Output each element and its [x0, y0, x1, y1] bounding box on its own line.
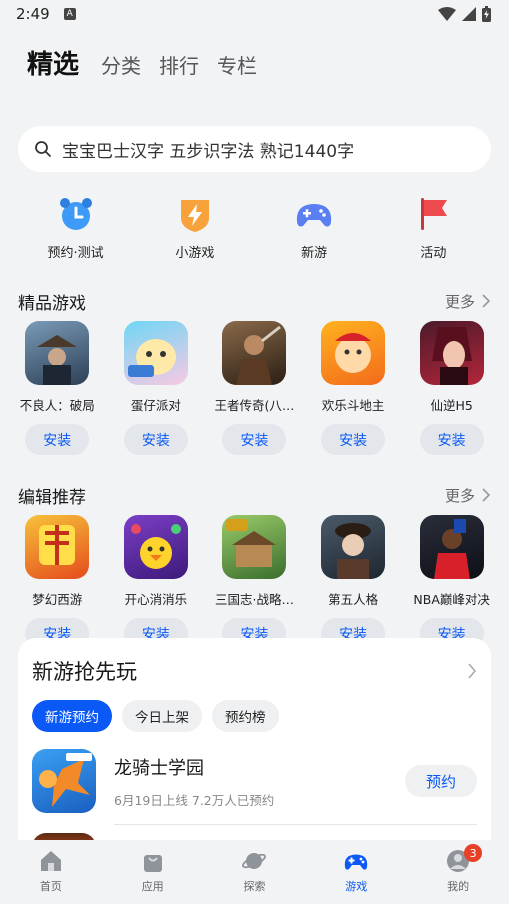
chevron-right-icon[interactable]: [467, 663, 477, 679]
app-item[interactable]: 仙逆H5 安装: [402, 321, 501, 455]
app-name: 欢乐斗地主: [321, 398, 385, 413]
game-name: 龙骑士学园: [114, 757, 204, 779]
install-button[interactable]: 安装: [321, 424, 386, 455]
quick-events[interactable]: 活动: [388, 194, 478, 261]
lightning-shield-icon: [180, 200, 209, 232]
card-title: 新游抢先玩: [32, 660, 137, 684]
editor-section: 编辑推荐 更多 梦幻西游 安装 开心消消乐 安装 三国志·战略… 安装 第五人格…: [0, 483, 509, 649]
app-name: 仙逆H5: [430, 398, 473, 413]
battery-icon: [482, 6, 491, 22]
install-button[interactable]: 安装: [222, 424, 287, 455]
gamepad-icon: [297, 204, 332, 227]
app-item[interactable]: 第五人格 安装: [304, 515, 403, 649]
search-bar[interactable]: 宝宝巴士汉字 五步识字法 熟记1440字: [18, 126, 491, 172]
game-icon: [321, 321, 386, 385]
chip-reservation-rank[interactable]: 预约榜: [212, 700, 279, 732]
game-icon: [32, 749, 96, 813]
app-name: NBA巅峰对决: [413, 592, 490, 607]
quick-label: 新游: [301, 246, 328, 261]
game-icon: [419, 321, 484, 385]
app-name: 不良人：破局: [19, 398, 95, 413]
chevron-right-icon: [482, 294, 491, 308]
install-button[interactable]: 安装: [419, 424, 484, 455]
more-link[interactable]: 更多: [445, 485, 491, 506]
search-input[interactable]: 宝宝巴士汉字 五步识字法 熟记1440字: [62, 137, 354, 162]
game-icon: [321, 515, 386, 579]
app-item[interactable]: 王者传奇(八… 安装: [205, 321, 304, 455]
gamepad-icon: [345, 854, 368, 870]
app-item[interactable]: 开心消消乐 安装: [107, 515, 206, 649]
quick-label: 活动: [420, 246, 447, 261]
featured-section: 精品游戏 更多 不良人：破局 安装 蛋仔派对 安装 王者传奇(八… 安装 欢乐斗…: [0, 289, 509, 455]
quick-label: 小游戏: [175, 246, 215, 261]
game-icon: [419, 515, 484, 579]
section-title: 精品游戏: [18, 293, 86, 314]
bag-icon: [143, 855, 162, 872]
game-icon: [222, 515, 287, 579]
game-icon: [123, 515, 188, 579]
notification-icon: A: [63, 8, 76, 20]
app-item[interactable]: 不良人：破局 安装: [8, 321, 107, 455]
flag-icon: [421, 198, 448, 230]
planet-icon: [242, 853, 267, 869]
app-name: 梦幻西游: [32, 592, 83, 607]
nav-home[interactable]: 首页: [11, 848, 91, 904]
game-icon: [25, 321, 90, 385]
alarm-clock-icon: [59, 198, 92, 230]
search-icon: [35, 141, 51, 157]
game-icon: [123, 321, 188, 385]
signal-icon: [462, 7, 476, 21]
nav-games[interactable]: 游戏: [316, 848, 396, 904]
new-games-card: 新游抢先玩 新游预约 今日上架 预约榜 龙骑士学园 6月19日上线 7.2万人已…: [18, 638, 491, 868]
app-item[interactable]: NBA巅峰对决 安装: [402, 515, 501, 649]
nav-apps[interactable]: 应用: [113, 848, 193, 904]
home-icon: [40, 851, 61, 871]
app-item[interactable]: 三国志·战略… 安装: [205, 515, 304, 649]
tab-columns[interactable]: 专栏: [217, 50, 257, 79]
app-name: 王者传奇(八…: [214, 398, 295, 413]
nav-explore[interactable]: 探索: [214, 848, 294, 904]
quick-new-games[interactable]: 新游: [269, 194, 359, 261]
app-name: 蛋仔派对: [130, 398, 181, 413]
list-item[interactable]: 龙骑士学园 6月19日上线 7.2万人已预约 预约: [32, 748, 477, 814]
quick-mini-games[interactable]: 小游戏: [150, 194, 240, 261]
app-name: 开心消消乐: [124, 592, 188, 607]
reserve-button[interactable]: 预约: [405, 765, 477, 797]
install-button[interactable]: 安装: [25, 424, 90, 455]
tab-categories[interactable]: 分类: [101, 50, 141, 79]
app-item[interactable]: 欢乐斗地主 安装: [304, 321, 403, 455]
app-item[interactable]: 梦幻西游 安装: [8, 515, 107, 649]
status-time: 2:49: [16, 5, 50, 23]
game-meta: 6月19日上线 7.2万人已预约: [114, 792, 275, 808]
quick-reserve-test[interactable]: 预约·测试: [31, 194, 121, 261]
chip-new-reservation[interactable]: 新游预约: [32, 700, 112, 732]
game-icon: [222, 321, 287, 385]
app-item[interactable]: 蛋仔派对 安装: [107, 321, 206, 455]
chip-today-release[interactable]: 今日上架: [122, 700, 202, 732]
tab-featured[interactable]: 精选: [27, 44, 79, 81]
wifi-icon: [438, 7, 456, 21]
bottom-nav: 首页 应用 探索 游戏 3 我的: [0, 840, 509, 904]
quick-entries: 预约·测试 小游戏 新游 活动: [0, 194, 509, 261]
notification-badge: 3: [464, 844, 483, 862]
tab-rankings[interactable]: 排行: [159, 50, 199, 79]
top-tabs: 精选 分类 排行 专栏: [0, 28, 509, 106]
app-name: 三国志·战略…: [214, 592, 294, 607]
nav-me[interactable]: 3 我的: [418, 844, 498, 904]
status-bar: 2:49 A: [0, 0, 509, 28]
app-name: 第五人格: [328, 592, 379, 607]
section-title: 编辑推荐: [18, 487, 86, 508]
install-button[interactable]: 安装: [123, 424, 188, 455]
more-link[interactable]: 更多: [445, 291, 491, 312]
chevron-right-icon: [482, 488, 491, 502]
filter-chips: 新游预约 今日上架 预约榜: [32, 700, 477, 732]
divider: [114, 824, 477, 825]
quick-label: 预约·测试: [47, 246, 104, 261]
game-icon: [25, 515, 90, 579]
